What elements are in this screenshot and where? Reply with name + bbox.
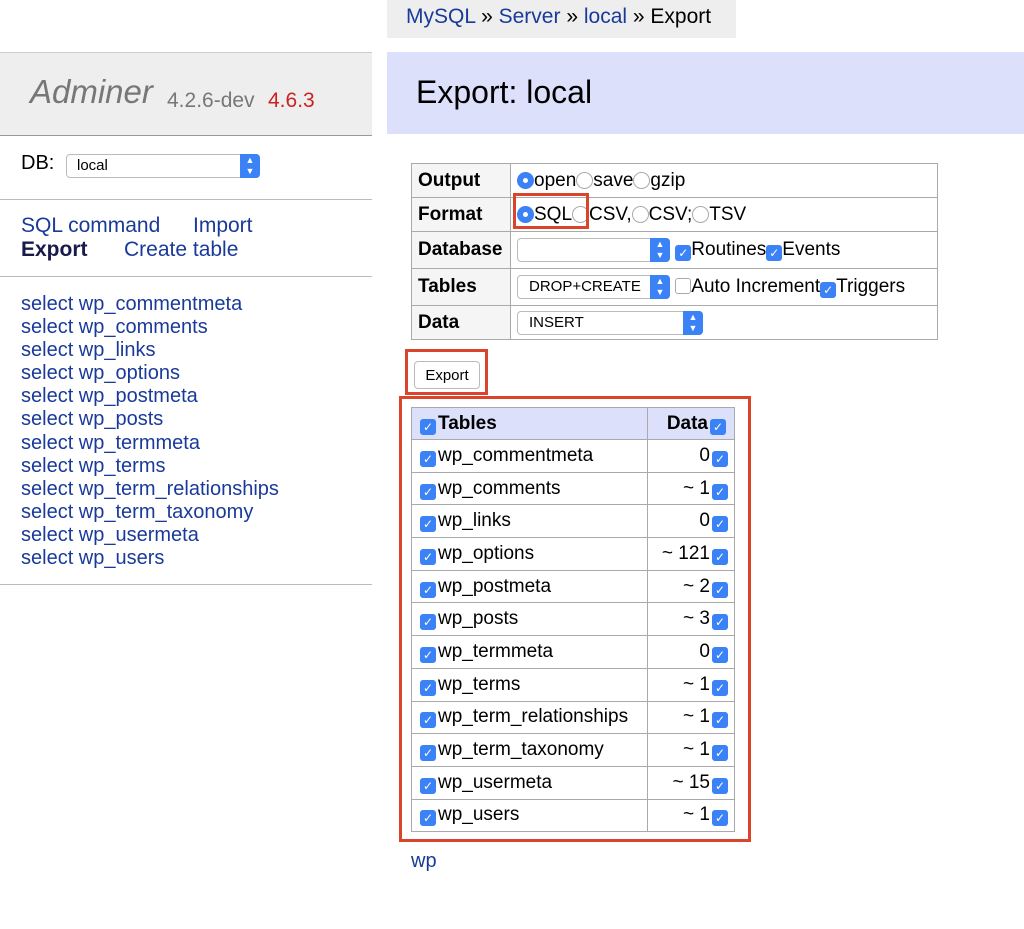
breadcrumb-local[interactable]: local	[584, 5, 627, 28]
select-arrows-icon: ▲ ▼	[650, 275, 670, 299]
db-select[interactable]: local ▲ ▼	[66, 154, 260, 178]
tables-select-value: DROP+CREATE	[529, 278, 641, 295]
breadcrumb: MySQL » Server » local » Export	[387, 0, 736, 38]
output-open-radio[interactable]	[517, 171, 534, 189]
page-title: Export: local	[416, 74, 593, 110]
radio-label: TSV	[709, 203, 747, 225]
radio-label: open	[534, 169, 577, 191]
export-link[interactable]: Export	[21, 238, 88, 261]
logo-header: Adminer 4.2.6-dev 4.6.3	[0, 52, 372, 136]
auto-increment-checkbox[interactable]	[675, 278, 692, 295]
database-label: Database	[411, 231, 511, 269]
routines-checkbox[interactable]: ✓	[675, 245, 692, 262]
select-table-link[interactable]: select wp_postmeta	[21, 385, 279, 408]
sidebar-table-list: select wp_commentmeta select wp_comments…	[21, 293, 279, 570]
select-arrows-icon: ▲ ▼	[240, 154, 260, 178]
select-table-link[interactable]: select wp_commentmeta	[21, 293, 279, 316]
breadcrumb-server[interactable]: Server	[499, 5, 561, 28]
format-label: Format	[411, 197, 511, 232]
divider	[0, 199, 372, 200]
create-table-link[interactable]: Create table	[124, 238, 238, 261]
checkbox-label: Routines	[691, 239, 767, 261]
select-table-link[interactable]: select wp_terms	[21, 455, 279, 478]
select-arrows-icon: ▲ ▼	[683, 310, 703, 335]
page-header: Export: local	[387, 52, 1024, 134]
radio-label: gzip	[650, 169, 686, 191]
db-select-value: local	[77, 157, 108, 174]
tables-select[interactable]: DROP+CREATE ▲ ▼	[517, 275, 670, 299]
select-arrows-icon: ▲ ▼	[650, 238, 670, 262]
new-version-link[interactable]: 4.6.3	[268, 89, 315, 113]
format-tsv-radio[interactable]	[692, 205, 710, 223]
radio-label: CSV;	[648, 203, 693, 225]
divider	[0, 584, 372, 585]
select-table-link[interactable]: select wp_comments	[21, 316, 279, 339]
output-gzip-radio[interactable]	[633, 171, 651, 189]
app-name[interactable]: Adminer	[30, 73, 153, 111]
sql-command-link[interactable]: SQL command	[21, 214, 160, 237]
radio-label: save	[593, 169, 634, 191]
database-link[interactable]: wp	[411, 850, 437, 873]
select-table-link[interactable]: select wp_termmeta	[21, 432, 279, 455]
output-label: Output	[411, 163, 511, 198]
highlight-box	[405, 349, 488, 395]
database-select[interactable]: ▲ ▼	[517, 238, 670, 262]
divider	[0, 276, 372, 277]
select-table-link[interactable]: select wp_term_relationships	[21, 478, 279, 501]
data-label: Data	[411, 305, 511, 340]
select-table-link[interactable]: select wp_usermeta	[21, 524, 279, 547]
breadcrumb-separator: »	[632, 5, 645, 28]
radio-label: CSV,	[589, 203, 632, 225]
format-csv-semicolon-radio[interactable]	[631, 205, 649, 223]
data-options: INSERT ▲ ▼	[510, 305, 938, 340]
select-table-link[interactable]: select wp_term_taxonomy	[21, 501, 279, 524]
data-select-value: INSERT	[529, 313, 584, 331]
breadcrumb-separator: »	[481, 5, 493, 28]
tables-label: Tables	[411, 268, 511, 306]
output-save-radio[interactable]	[576, 171, 594, 189]
select-table-link[interactable]: select wp_options	[21, 362, 279, 385]
select-table-link[interactable]: select wp_links	[21, 339, 279, 362]
db-label: DB:	[21, 152, 55, 174]
import-link[interactable]: Import	[193, 214, 253, 237]
export-options-table: Output open save gzip Format SQL CSV, CSV; TS…	[411, 163, 938, 340]
checkbox-label: Auto Increment	[691, 276, 821, 298]
events-checkbox[interactable]: ✓	[766, 245, 783, 262]
highlight-box	[513, 193, 589, 229]
highlight-box	[399, 396, 751, 842]
checkbox-label: Triggers	[836, 276, 906, 298]
database-options: ▲ ▼ ✓ Routines ✓ Events	[510, 231, 938, 269]
breadcrumb-current: Export	[650, 5, 712, 28]
select-table-link[interactable]: select wp_users	[21, 547, 279, 570]
breadcrumb-separator: »	[566, 5, 578, 28]
app-version: 4.2.6-dev	[167, 89, 255, 112]
breadcrumb-mysql[interactable]: MySQL	[406, 5, 475, 28]
tables-options: DROP+CREATE ▲ ▼ Auto Increment ✓ Triggers	[510, 268, 938, 306]
triggers-checkbox[interactable]: ✓	[820, 282, 837, 299]
checkbox-label: Events	[782, 239, 841, 261]
data-select[interactable]: INSERT ▲ ▼	[517, 310, 703, 335]
select-table-link[interactable]: select wp_posts	[21, 408, 279, 431]
